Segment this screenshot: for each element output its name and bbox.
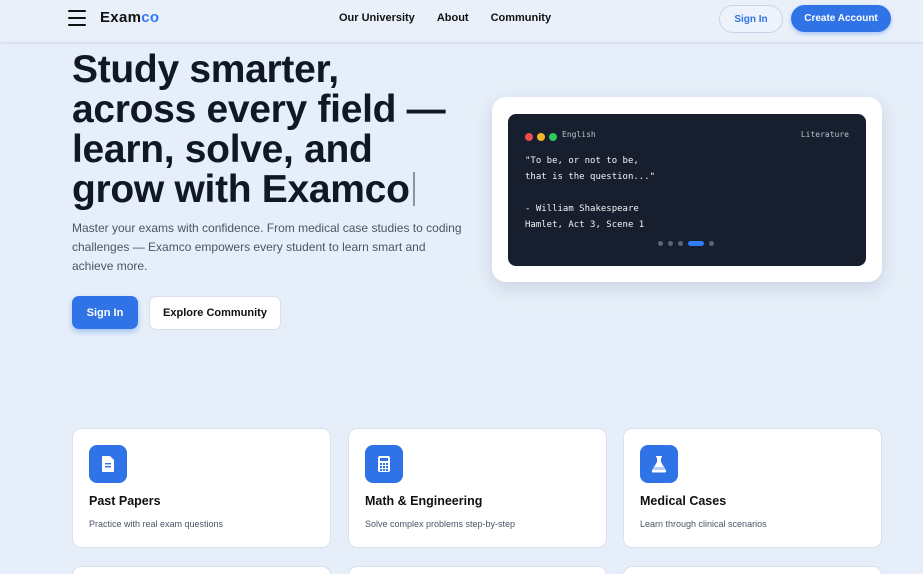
feature-card-partial[interactable] (72, 566, 331, 574)
brand-logo[interactable]: Examco (100, 9, 159, 26)
carousel-dot[interactable] (678, 241, 683, 246)
create-account-button[interactable]: Create Account (791, 5, 891, 32)
hero-sign-in-button[interactable]: Sign In (72, 296, 138, 329)
document-icon (89, 445, 127, 483)
hero-title-line: Study smarter, (72, 48, 339, 91)
carousel-dot[interactable] (668, 241, 673, 246)
code-window: English Literature "To be, or not to be,… (508, 114, 866, 266)
logo-text-accent: co (141, 9, 160, 26)
code-line: "To be, or not to be, (525, 156, 639, 166)
feature-card-math-engineering[interactable]: Math & Engineering Solve complex problem… (348, 428, 607, 548)
nav-about[interactable]: About (437, 12, 469, 24)
hero-title-line-last: grow with Examco (72, 170, 492, 210)
feature-card-partial[interactable] (348, 566, 607, 574)
nav-our-university[interactable]: Our University (339, 12, 415, 24)
green-dot-icon (549, 133, 557, 141)
explore-community-button[interactable]: Explore Community (149, 296, 281, 330)
hero-title: Study smarter, across every field — lear… (72, 50, 492, 210)
window-dots (525, 133, 557, 141)
hero-subtitle: Master your exams with confidence. From … (72, 221, 462, 273)
quote-card: English Literature "To be, or not to be,… (492, 97, 882, 282)
feature-card-partial[interactable] (623, 566, 882, 574)
top-header: Examco Our University About Community Si… (0, 0, 923, 42)
carousel-dot[interactable] (658, 241, 663, 246)
code-line: Hamlet, Act 3, Scene 1 (525, 220, 645, 230)
code-line: - William Shakespeare (525, 204, 639, 214)
nav-community[interactable]: Community (491, 12, 552, 24)
code-category-label: Literature (800, 130, 849, 139)
logo-text-main: Exam (100, 9, 142, 26)
flask-icon (640, 445, 678, 483)
carousel-dot[interactable] (688, 241, 704, 246)
feature-title: Math & Engineering (365, 494, 483, 508)
feature-description: Practice with real exam questions (89, 519, 224, 529)
feature-description: Solve complex problems step-by-step (365, 519, 516, 529)
feature-card-past-papers[interactable]: Past Papers Practice with real exam ques… (72, 428, 331, 548)
feature-title: Past Papers (89, 494, 161, 508)
main-nav: Our University About Community (339, 12, 551, 24)
feature-title: Medical Cases (640, 494, 727, 508)
menu-icon[interactable] (68, 10, 86, 26)
yellow-dot-icon (537, 133, 545, 141)
carousel-pager (658, 241, 714, 246)
typing-caret (412, 172, 415, 206)
feature-description: Learn through clinical scenarios (640, 519, 767, 529)
code-language-label: English (562, 130, 596, 139)
calculator-icon (365, 445, 403, 483)
hero-title-line: across every field — (72, 88, 446, 131)
red-dot-icon (525, 133, 533, 141)
header-sign-in-button[interactable]: Sign In (719, 5, 783, 33)
hero-title-line: learn, solve, and (72, 128, 373, 171)
code-line: that is the question..." (525, 172, 656, 182)
hero-title-line-text: grow with Examco (72, 168, 410, 211)
carousel-dot[interactable] (709, 241, 714, 246)
feature-card-medical-cases[interactable]: Medical Cases Learn through clinical sce… (623, 428, 882, 548)
